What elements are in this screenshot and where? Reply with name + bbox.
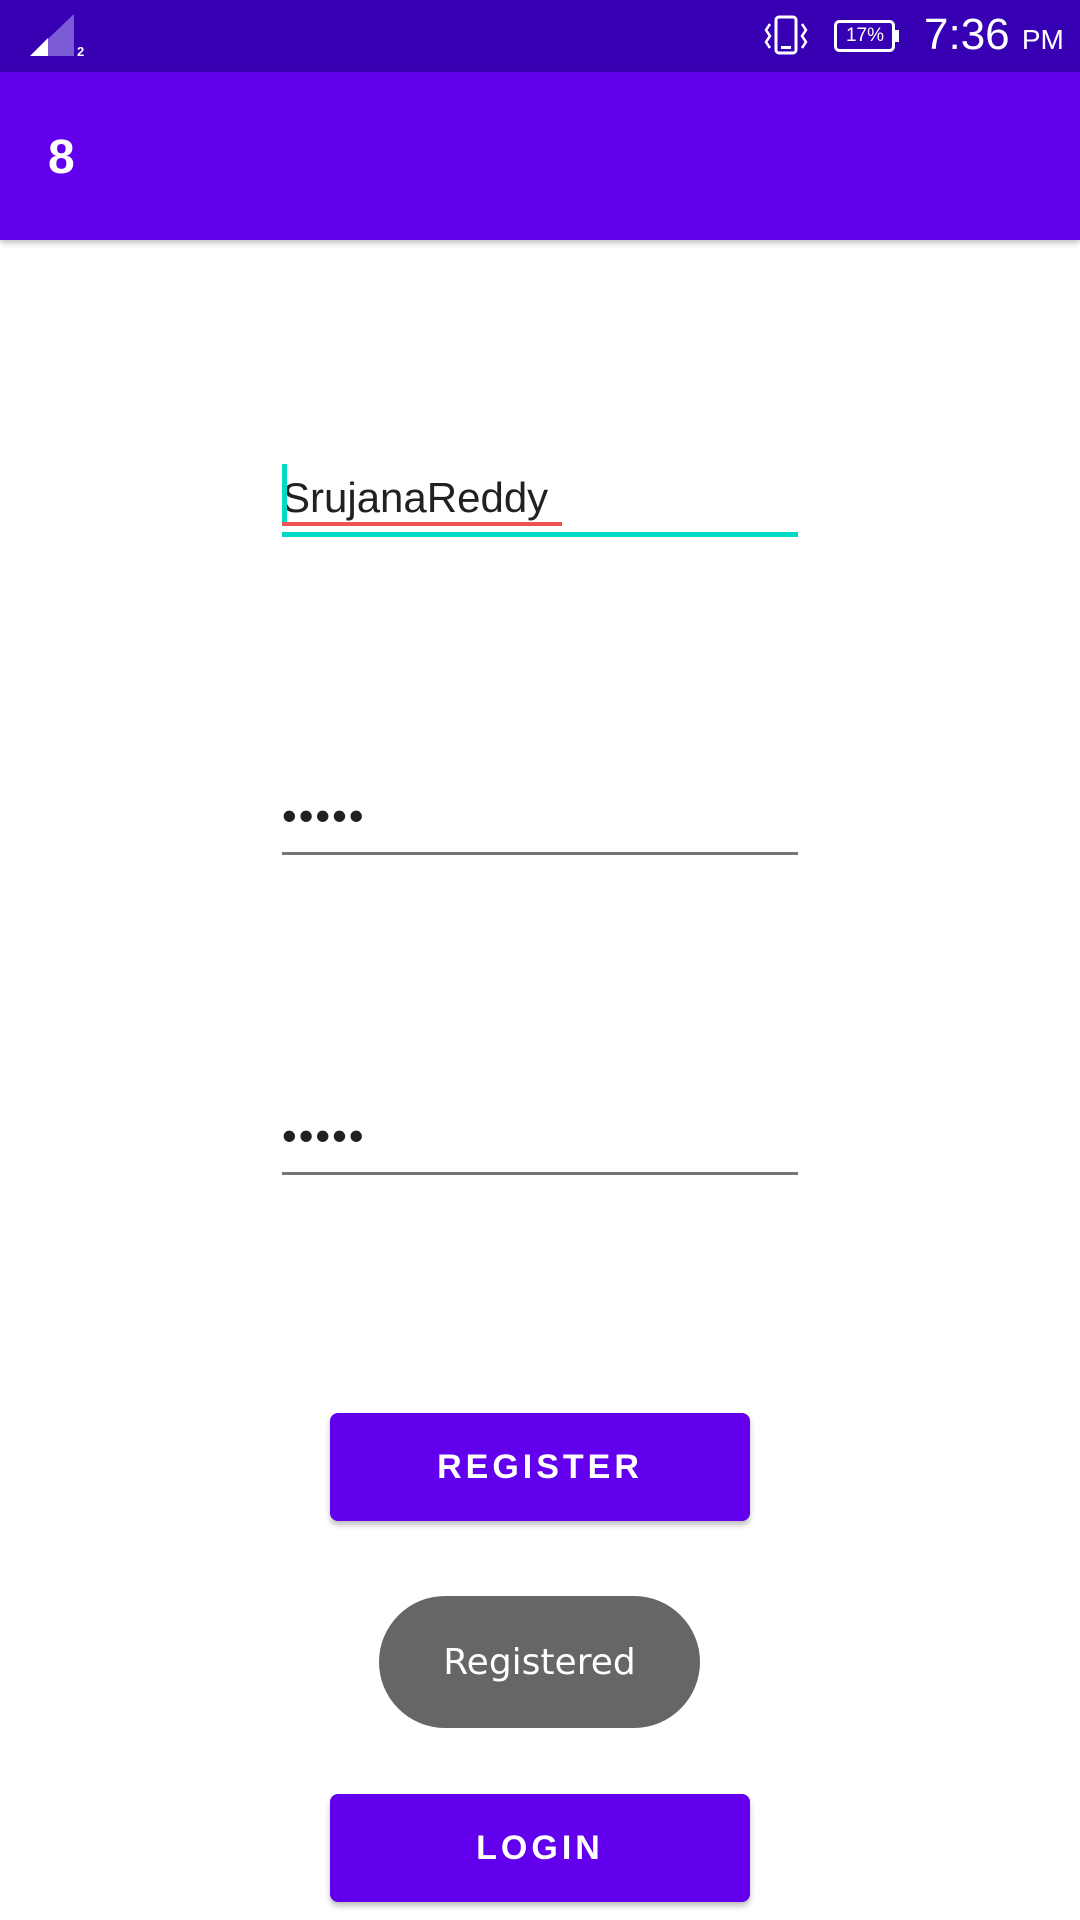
- username-underline: [282, 532, 798, 537]
- app-bar: 8: [0, 72, 1080, 240]
- login-button[interactable]: LOGIN: [330, 1794, 750, 1902]
- confirm-password-value: •••••: [282, 1112, 366, 1159]
- confirm-password-input[interactable]: •••••: [282, 1100, 798, 1180]
- signal-icon: [30, 14, 74, 56]
- password-underline: [282, 852, 798, 855]
- register-button[interactable]: REGISTER: [330, 1413, 750, 1521]
- sim-slot-label: 2: [77, 44, 85, 59]
- toast-message: Registered: [379, 1596, 700, 1728]
- battery-percent: 17%: [845, 25, 885, 46]
- confirm-password-underline: [282, 1172, 798, 1175]
- username-input[interactable]: SrujanaReddy: [282, 460, 798, 540]
- clock-ampm: PM: [1021, 24, 1064, 55]
- app-title: 8: [48, 131, 75, 184]
- spellcheck-underline: [282, 522, 562, 526]
- status-bar: 2 17% 7:36 PM: [0, 0, 1080, 72]
- password-input[interactable]: •••••: [282, 780, 798, 860]
- username-value: SrujanaReddy: [282, 474, 549, 521]
- text-cursor: [282, 464, 287, 526]
- toast-text: Registered: [443, 1641, 636, 1683]
- password-value: •••••: [282, 792, 366, 839]
- clock-time: 7:36: [924, 10, 1010, 59]
- clock: 7:36 PM: [924, 10, 1064, 60]
- vibrate-icon: [764, 15, 808, 55]
